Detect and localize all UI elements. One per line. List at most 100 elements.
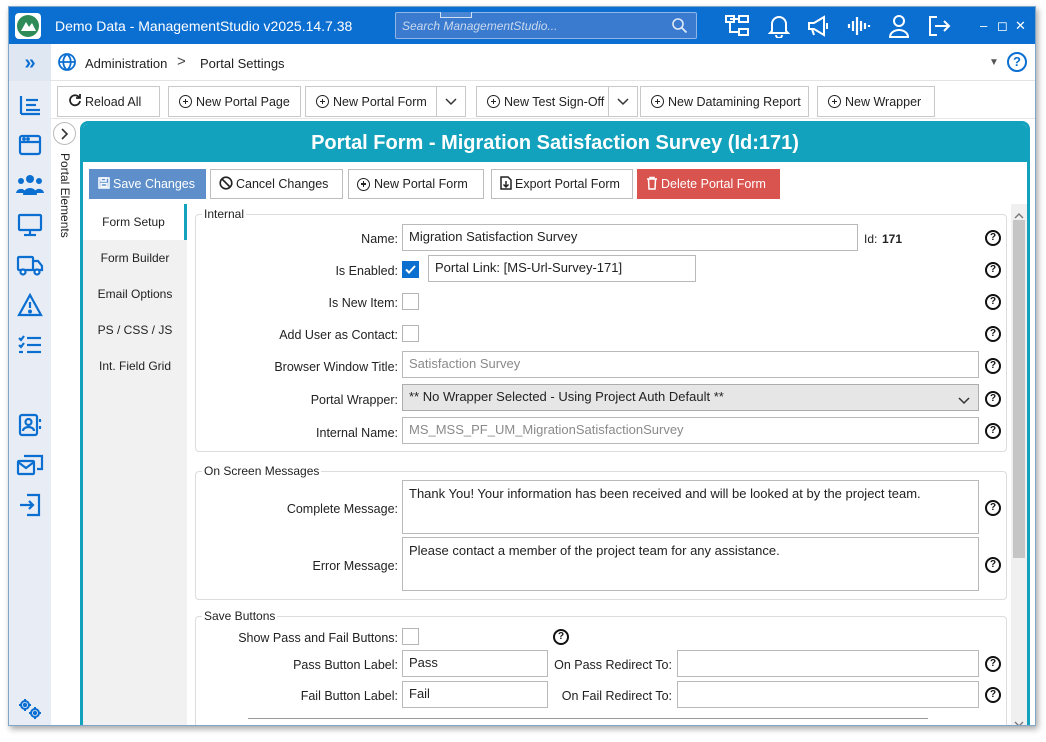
sign-out-icon[interactable]: [925, 12, 953, 40]
complete-message-help-icon[interactable]: ?: [985, 500, 1001, 516]
id-value: 171: [882, 232, 903, 246]
search-icon[interactable]: [671, 17, 688, 37]
chevron-down-icon: [617, 94, 629, 109]
expand-portal-elements-icon[interactable]: [53, 122, 76, 145]
is-new-item-checkbox[interactable]: [402, 293, 419, 310]
reload-all-button[interactable]: Reload All: [57, 86, 160, 117]
nav-email-options[interactable]: Email Options: [83, 276, 187, 312]
name-help-icon[interactable]: ?: [985, 230, 1001, 246]
breadcrumb: Administration > Portal Settings ▼ ?: [51, 44, 1035, 81]
show-pass-fail-label: Show Pass and Fail Buttons:: [238, 631, 398, 645]
scrollbar-thumb[interactable]: [1013, 220, 1025, 558]
new-portal-page-label: New Portal Page: [196, 94, 290, 109]
error-message-help-icon[interactable]: ?: [985, 557, 1001, 573]
add-user-contact-label: Add User as Contact:: [279, 328, 398, 342]
audio-wave-icon[interactable]: [845, 12, 873, 40]
megaphone-icon[interactable]: [805, 12, 833, 40]
list-icon[interactable]: [15, 90, 45, 120]
portal-wrapper-select[interactable]: ** No Wrapper Selected - Using Project A…: [402, 384, 979, 411]
scroll-down-icon[interactable]: [1014, 716, 1024, 725]
portal-link-field[interactable]: Portal Link: [MS-Url-Survey-171]: [428, 255, 696, 282]
internal-group: Internal Name: Migration Satisfaction Su…: [195, 207, 1007, 452]
error-message-field[interactable]: Please contact a member of the project t…: [402, 537, 979, 591]
close-button[interactable]: ✕: [1015, 18, 1026, 34]
new-portal-form-dropdown[interactable]: [436, 86, 466, 117]
add-user-contact-help-icon[interactable]: ?: [985, 326, 1001, 342]
minimize-button[interactable]: –: [980, 18, 987, 33]
show-pass-fail-help-icon[interactable]: ?: [553, 629, 569, 645]
plus-circle-icon: [651, 95, 664, 108]
breadcrumb-menu-dropdown-icon[interactable]: ▼: [989, 57, 999, 68]
user-profile-icon[interactable]: [885, 12, 913, 40]
nav-form-setup[interactable]: Form Setup: [83, 204, 187, 240]
cancel-changes-button[interactable]: Cancel Changes: [210, 169, 343, 199]
complete-message-field[interactable]: Thank You! Your information has been rec…: [402, 480, 979, 534]
checklist-icon[interactable]: [15, 330, 45, 360]
name-field[interactable]: Migration Satisfaction Survey: [402, 224, 858, 251]
reload-all-label: Reload All: [85, 94, 142, 109]
export-portal-form-button[interactable]: Export Portal Form: [491, 169, 633, 199]
page-help-icon[interactable]: ?: [1007, 52, 1027, 72]
new-portal-form-button[interactable]: New Portal Form: [305, 86, 437, 117]
fail-button-label: Fail Button Label:: [300, 689, 398, 703]
internal-name-help-icon[interactable]: ?: [985, 423, 1001, 439]
browser-title-field[interactable]: Satisfaction Survey: [402, 351, 979, 378]
calendar-window-icon[interactable]: [15, 130, 45, 160]
global-search[interactable]: [395, 12, 697, 39]
is-new-item-label: Is New Item:: [328, 296, 398, 310]
delete-portal-form-button[interactable]: Delete Portal Form: [637, 169, 780, 199]
nav-ps-css-js[interactable]: PS / CSS / JS: [83, 312, 187, 348]
nav-form-builder[interactable]: Form Builder: [83, 240, 187, 276]
name-label: Name:: [361, 232, 398, 246]
settings-gears-icon[interactable]: [15, 694, 45, 724]
show-pass-fail-checkbox[interactable]: [402, 628, 419, 645]
plus-circle-icon: [316, 95, 329, 108]
notifications-bell-icon[interactable]: [765, 12, 793, 40]
title-bar: Demo Data - ManagementStudio v2025.14.7.…: [9, 7, 1035, 44]
panel-title: Portal Form - Migration Satisfaction Sur…: [83, 124, 1027, 162]
portal-elements-tab[interactable]: Portal Elements: [51, 119, 79, 725]
globe-network-icon: [57, 52, 77, 75]
fail-button-label-field[interactable]: Fail: [402, 681, 548, 708]
breadcrumb-portal-settings[interactable]: Portal Settings: [200, 56, 285, 71]
expand-sidebar-icon[interactable]: »: [15, 48, 45, 78]
desktop-monitor-icon[interactable]: [15, 210, 45, 240]
restore-button[interactable]: ◻: [997, 18, 1008, 34]
panel-new-portal-form-button[interactable]: New Portal Form: [348, 169, 484, 199]
panel-new-portal-form-label: New Portal Form: [374, 177, 468, 191]
is-enabled-help-icon[interactable]: ?: [985, 262, 1001, 278]
portal-wrapper-help-icon[interactable]: ?: [985, 391, 1001, 407]
pass-button-label-field[interactable]: Pass: [402, 650, 548, 677]
new-test-signoff-dropdown[interactable]: [608, 86, 638, 117]
main-sidebar: »: [9, 44, 51, 725]
email-transfer-icon[interactable]: [15, 450, 45, 480]
is-enabled-label: Is Enabled:: [335, 264, 398, 278]
plus-circle-icon: [828, 95, 841, 108]
new-datamining-report-label: New Datamining Report: [668, 94, 801, 109]
sign-in-icon[interactable]: [15, 490, 45, 520]
fail-button-help-icon[interactable]: ?: [985, 687, 1001, 703]
pass-button-help-icon[interactable]: ?: [985, 656, 1001, 672]
plus-circle-icon: [357, 177, 370, 191]
warning-triangle-icon[interactable]: [15, 290, 45, 320]
users-group-icon[interactable]: [15, 170, 45, 200]
add-user-contact-checkbox[interactable]: [402, 325, 419, 342]
content-scrollbar[interactable]: [1011, 204, 1027, 725]
pass-redirect-field[interactable]: [677, 650, 979, 677]
new-wrapper-button[interactable]: New Wrapper: [817, 86, 935, 117]
internal-name-field[interactable]: MS_MSS_PF_UM_MigrationSatisfactionSurvey: [402, 417, 979, 444]
new-portal-page-button[interactable]: New Portal Page: [168, 86, 301, 117]
new-test-signoff-button[interactable]: New Test Sign-Off: [476, 86, 609, 117]
delivery-truck-icon[interactable]: [15, 250, 45, 280]
new-datamining-report-button[interactable]: New Datamining Report: [640, 86, 809, 117]
fail-redirect-field[interactable]: [677, 681, 979, 708]
is-new-item-help-icon[interactable]: ?: [985, 294, 1001, 310]
search-input[interactable]: [402, 17, 662, 35]
nav-int-field-grid[interactable]: Int. Field Grid: [83, 348, 187, 384]
save-changes-button[interactable]: Save Changes: [89, 169, 206, 199]
contact-card-icon[interactable]: [15, 410, 45, 440]
hierarchy-icon[interactable]: [723, 12, 751, 40]
is-enabled-checkbox[interactable]: [402, 261, 419, 278]
breadcrumb-administration[interactable]: Administration: [85, 56, 167, 71]
browser-title-help-icon[interactable]: ?: [985, 358, 1001, 374]
